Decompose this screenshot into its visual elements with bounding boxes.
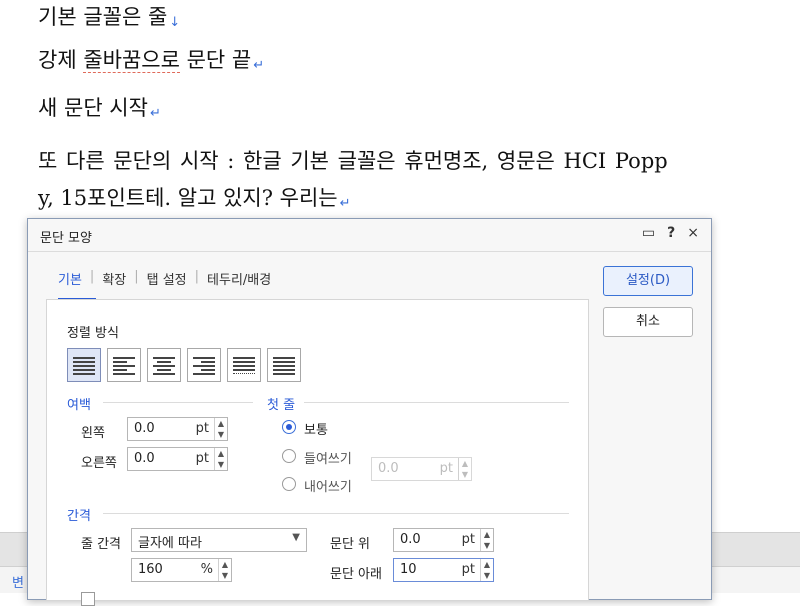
divider	[103, 402, 253, 403]
justify-icon[interactable]	[67, 348, 101, 382]
doc-line-text: 또 다른 문단의 시작 : 한글 기본 글꼴은 휴먼명조, 영문은 HCI Po…	[38, 149, 668, 173]
dialog-tabs: 기본 | 확장 | 탭 설정 | 테두리/배경	[58, 269, 271, 288]
tab-tab-settings[interactable]: 탭 설정	[147, 269, 187, 288]
dialog-controls: ▭ ? ×	[642, 225, 699, 241]
set-button[interactable]: 설정(D)	[603, 266, 693, 296]
doc-line-text: y, 15포인트테. 알고 있지? 우리는	[38, 186, 338, 210]
paragraph-mark: ↵	[339, 196, 351, 211]
para-above-value: 0.0	[400, 532, 421, 547]
spacing-section-label: 간격	[67, 509, 91, 524]
radio-indent[interactable]	[282, 449, 296, 463]
first-line-unit: pt	[439, 461, 453, 476]
right-margin-value: 0.0	[134, 451, 155, 466]
para-above-unit: pt	[461, 532, 475, 547]
left-margin-label: 왼쪽	[81, 426, 105, 441]
dialog-title: 문단 모양	[40, 231, 92, 246]
right-margin-field[interactable]: 0.0 pt ▲ ▼	[127, 447, 228, 471]
radio-normal[interactable]	[282, 420, 296, 434]
doc-line-4[interactable]: 또 다른 문단의 시작 : 한글 기본 글꼴은 휴먼명조, 영문은 HCI Po…	[38, 146, 668, 176]
comment-icon[interactable]: ▭	[642, 225, 655, 241]
help-icon[interactable]: ?	[667, 225, 675, 241]
tab-extended[interactable]: 확장	[102, 269, 126, 288]
doc-line-text: 기본 글꼴은 줄	[38, 5, 168, 29]
spellcheck-word: 줄바꿈으로	[83, 48, 180, 73]
radio-indent-label: 들여쓰기	[304, 452, 352, 467]
alignment-label: 정렬 방식	[67, 326, 119, 341]
paragraph-mark: ↵	[253, 58, 265, 73]
doc-line-2[interactable]: 강제 줄바꿈으로 문단 끝 ↵	[38, 45, 264, 81]
line-spacing-type-value: 글자에 따라	[138, 536, 202, 551]
spinner-arrows-icon[interactable]: ▲ ▼	[218, 559, 231, 581]
right-margin-unit: pt	[195, 451, 209, 466]
left-margin-field[interactable]: 0.0 pt ▲ ▼	[127, 417, 228, 441]
first-line-value: 0.0	[378, 461, 399, 476]
divider	[103, 513, 569, 514]
spinner-arrows-icon[interactable]: ▲ ▼	[214, 418, 227, 440]
tab-basic[interactable]: 기본	[58, 269, 82, 288]
radio-normal-label: 보통	[304, 423, 328, 438]
right-align-icon[interactable]	[187, 348, 221, 382]
left-align-icon[interactable]	[107, 348, 141, 382]
tab-separator: |	[194, 269, 200, 284]
bottom-tab-label[interactable]: 변	[12, 572, 24, 591]
line-spacing-value: 160	[138, 562, 163, 577]
para-below-field[interactable]: 10 pt ▲ ▼	[393, 558, 494, 582]
doc-line-5[interactable]: y, 15포인트테. 알고 있지? 우리는 ↵	[38, 183, 351, 219]
spinner-arrows-icon: ▲ ▼	[458, 458, 471, 480]
para-below-unit: pt	[461, 562, 475, 577]
center-align-icon[interactable]	[147, 348, 181, 382]
basic-tab-panel: 정렬 방식 여백 왼쪽 0.0 pt ▲ ▼ 오른쪽 0.0 pt ▲ ▼ 첫 …	[46, 299, 589, 606]
tab-border-background[interactable]: 테두리/배경	[207, 269, 271, 288]
doc-line-3[interactable]: 새 문단 시작 ↵	[38, 93, 161, 129]
right-margin-label: 오른쪽	[81, 456, 117, 471]
doc-line-text: 문단 끝	[179, 48, 252, 72]
para-below-value: 10	[400, 562, 417, 577]
line-spacing-unit: %	[200, 562, 213, 577]
doc-line-text: 새 문단 시작	[38, 96, 148, 120]
alignment-buttons	[67, 348, 301, 382]
left-margin-unit: pt	[195, 421, 209, 436]
line-spacing-type-select[interactable]: 글자에 따라 ▼	[131, 528, 307, 552]
para-below-label: 문단 아래	[330, 567, 382, 582]
line-break-mark: ↓	[169, 15, 181, 30]
left-margin-value: 0.0	[134, 421, 155, 436]
first-line-value-field: 0.0 pt ▲ ▼	[371, 457, 472, 481]
doc-line-1[interactable]: 기본 글꼴은 줄 ↓	[38, 2, 180, 38]
line-spacing-label: 줄 간격	[81, 537, 122, 552]
radio-outdent[interactable]	[282, 477, 296, 491]
spinner-arrows-icon[interactable]: ▲ ▼	[214, 448, 227, 470]
paragraph-shape-dialog: 문단 모양 ▭ ? × 기본 | 확장 | 탭 설정 | 테두리/배경 설정(D…	[27, 218, 712, 606]
margin-section-label: 여백	[67, 398, 91, 413]
line-spacing-value-field[interactable]: 160 % ▲ ▼	[131, 558, 232, 582]
radio-outdent-label: 내어쓰기	[304, 480, 352, 495]
close-icon[interactable]: ×	[687, 225, 699, 241]
checkbox[interactable]	[81, 592, 95, 606]
distribute-icon[interactable]	[227, 348, 261, 382]
dialog-title-bar[interactable]: 문단 모양 ▭ ? ×	[28, 219, 711, 252]
para-above-field[interactable]: 0.0 pt ▲ ▼	[393, 528, 494, 552]
chevron-down-icon: ▼	[292, 532, 300, 543]
para-above-label: 문단 위	[330, 537, 371, 552]
spinner-arrows-icon[interactable]: ▲ ▼	[480, 559, 493, 581]
tab-separator: |	[89, 269, 95, 284]
doc-line-text: 강제	[38, 48, 84, 72]
divider	[304, 402, 569, 403]
paragraph-mark: ↵	[149, 106, 161, 121]
cancel-button[interactable]: 취소	[603, 307, 693, 337]
spinner-arrows-icon[interactable]: ▲ ▼	[480, 529, 493, 551]
divide-icon[interactable]	[267, 348, 301, 382]
first-line-section-label: 첫 줄	[267, 398, 296, 413]
tab-separator: |	[134, 269, 139, 284]
